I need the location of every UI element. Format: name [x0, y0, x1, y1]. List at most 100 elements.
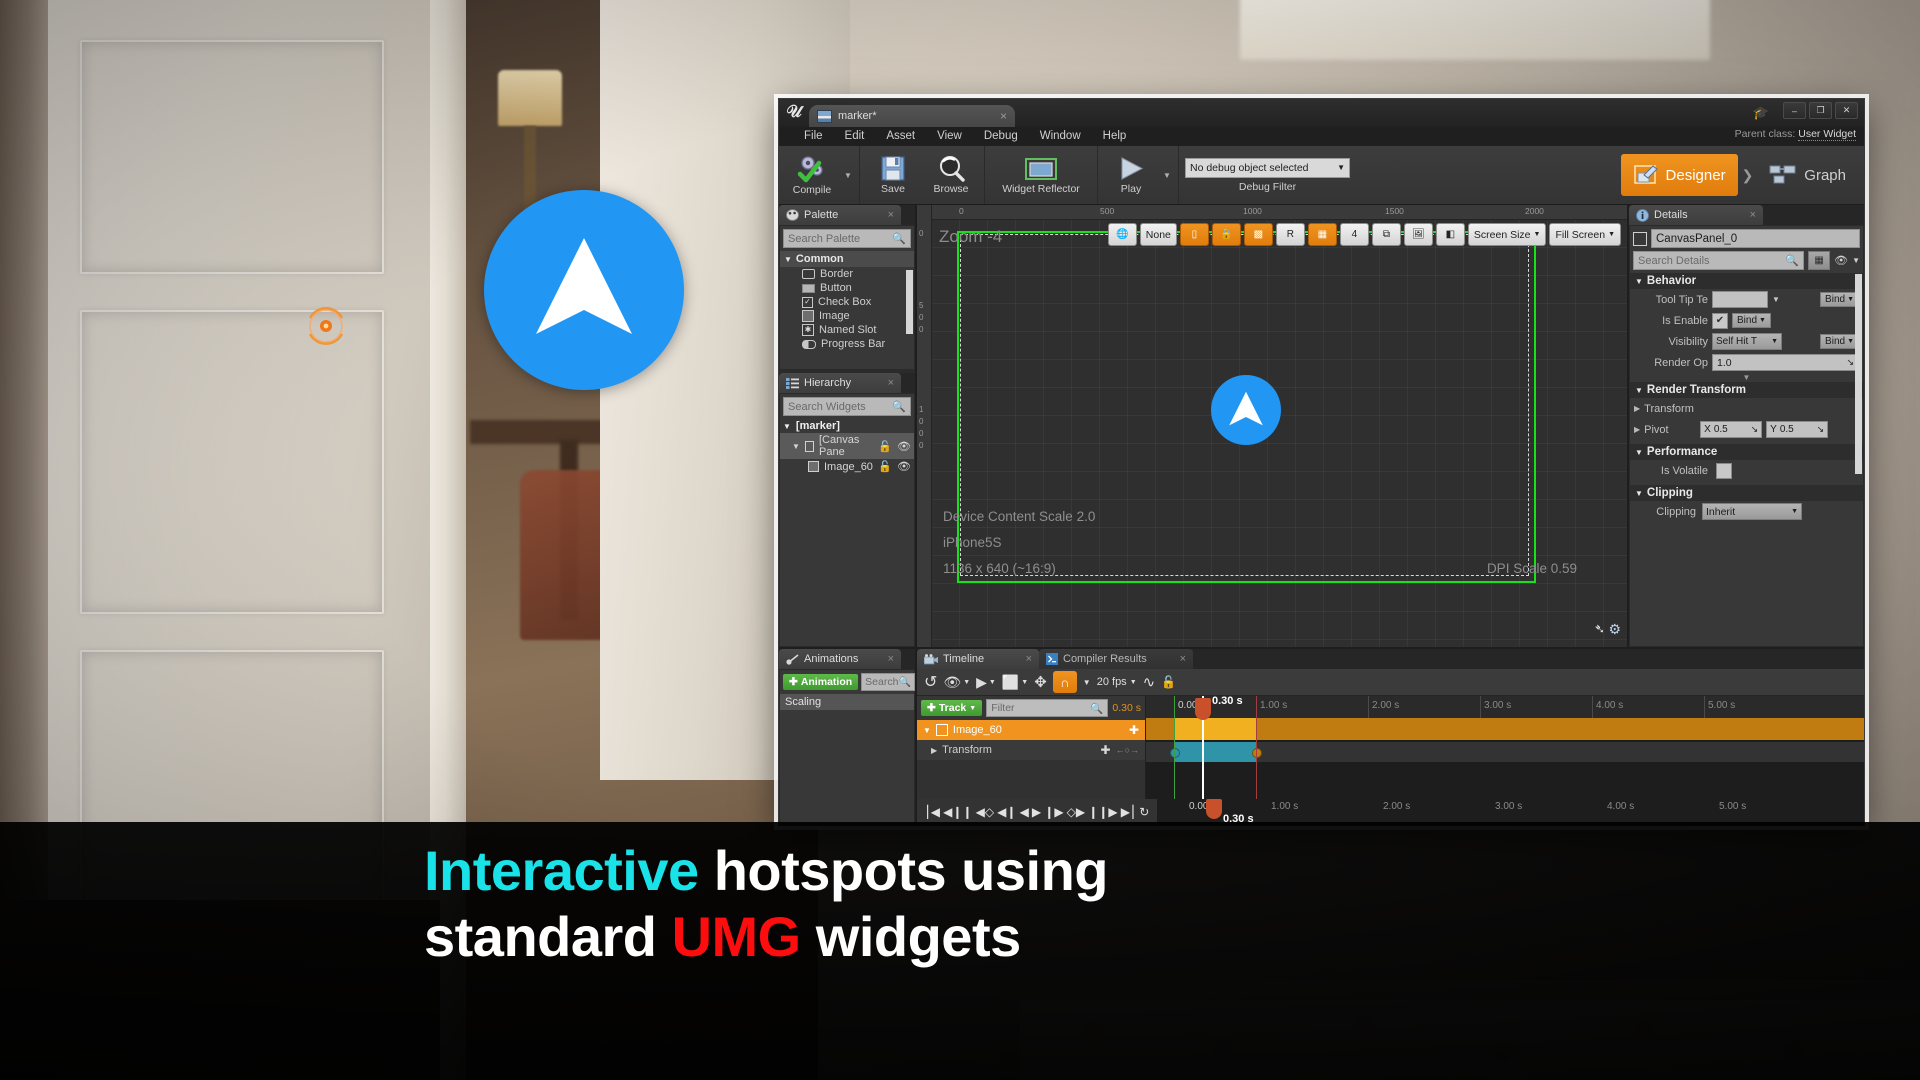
- hierarchy-item-image-60[interactable]: Image_60 🔓 👁: [780, 459, 914, 474]
- lock-icon[interactable]: 🔓: [1161, 675, 1176, 689]
- palette-item-button[interactable]: Button: [780, 281, 914, 295]
- step-forward-button[interactable]: ❙▶: [1044, 805, 1063, 819]
- collapse-arrow-icon[interactable]: ▶: [1634, 425, 1640, 434]
- palette-item-border[interactable]: Border: [780, 267, 914, 281]
- outline-toggle-button[interactable]: ▩: [1243, 223, 1273, 246]
- details-more-chevron[interactable]: ▼: [1630, 373, 1863, 382]
- palette-item-named-slot[interactable]: ✱ Named Slot: [780, 323, 914, 337]
- details-grid-view-button[interactable]: ▦: [1808, 251, 1831, 270]
- menu-window[interactable]: Window: [1029, 127, 1092, 146]
- lock-aspect-button[interactable]: 🔒: [1211, 223, 1241, 246]
- tab-details[interactable]: Details ×: [1629, 205, 1763, 225]
- chevron-down-icon[interactable]: ▼: [841, 148, 855, 202]
- jump-to-end-button[interactable]: ▶⎮: [1121, 805, 1136, 819]
- palette-search-input[interactable]: Search Palette 🔍: [783, 229, 911, 248]
- palette-category-common[interactable]: ▼ Common: [780, 251, 914, 267]
- clipping-dropdown[interactable]: Inherit ▼: [1702, 503, 1802, 520]
- is-volatile-checkbox[interactable]: [1716, 462, 1732, 479]
- timeline-filter-input[interactable]: Filter 🔍: [986, 699, 1109, 717]
- palette-item-check-box[interactable]: ✓ Check Box: [780, 295, 914, 309]
- keyframe-start[interactable]: [1170, 748, 1180, 758]
- snap-magnet-button[interactable]: ∩: [1052, 671, 1077, 693]
- close-button[interactable]: ✕: [1835, 102, 1858, 119]
- hotspot-marker-small[interactable]: [300, 300, 352, 352]
- tab-palette[interactable]: Palette ×: [779, 205, 901, 225]
- designer-canvas[interactable]: 0 500 1000 1500 2000 0 5 0 0 1 0 0 0 Zoo…: [917, 205, 1627, 647]
- loop-button[interactable]: ↻: [1139, 805, 1149, 819]
- close-icon[interactable]: ×: [880, 209, 894, 221]
- reset-loop-icon[interactable]: ↺: [924, 672, 937, 692]
- timeline-range-start[interactable]: [1174, 696, 1175, 799]
- play-icon[interactable]: ▶ ▼: [976, 674, 996, 691]
- fps-dropdown[interactable]: 20 fps ▼: [1097, 676, 1137, 688]
- timeline-grid[interactable]: 0.00 1.00 s 2.00 s 3.00 s 4.00 s 5.00 s: [1146, 696, 1864, 799]
- timeline-track-image-60[interactable]: ▼ Image_60 ✚: [917, 720, 1145, 740]
- close-icon[interactable]: ×: [1172, 653, 1186, 665]
- close-icon[interactable]: ×: [1742, 209, 1756, 221]
- details-search-input[interactable]: Search Details 🔍: [1633, 251, 1805, 270]
- visibility-bind-button[interactable]: Bind ▼: [1820, 334, 1859, 349]
- prev-key-button[interactable]: ◀◇: [976, 805, 994, 819]
- chevron-down-icon[interactable]: ▼: [1160, 148, 1174, 202]
- save-button[interactable]: Save: [864, 148, 922, 202]
- timeline-transform-band[interactable]: [1146, 742, 1864, 762]
- menu-debug[interactable]: Debug: [973, 127, 1029, 146]
- fill-screen-toggle-button[interactable]: ▯: [1179, 223, 1209, 246]
- timeline-object-band[interactable]: [1146, 718, 1864, 740]
- palette-item-image[interactable]: Image: [780, 309, 914, 323]
- palette-scrollbar[interactable]: [906, 270, 913, 334]
- eye-icon[interactable]: 👁: [897, 460, 911, 473]
- marquee-select-icon[interactable]: ⬜ ▼: [1002, 674, 1028, 691]
- play-reverse-button[interactable]: ◀: [1020, 805, 1029, 819]
- render-opacity-field[interactable]: 1.0 ↘: [1712, 354, 1859, 371]
- is-enabled-bind-button[interactable]: Bind ▼: [1732, 313, 1771, 328]
- gear-icon[interactable]: ⚙: [1608, 621, 1621, 638]
- mirror-toggle-button[interactable]: ◧: [1435, 223, 1465, 246]
- compile-button[interactable]: Compile: [783, 148, 841, 202]
- is-enabled-checkbox[interactable]: ✔: [1712, 312, 1728, 329]
- collapse-arrow-icon[interactable]: ▶: [1634, 404, 1640, 413]
- hierarchy-search-input[interactable]: Search Widgets 🔍: [783, 397, 911, 416]
- menu-edit[interactable]: Edit: [834, 127, 876, 146]
- add-key-icon[interactable]: ✚: [1101, 743, 1111, 757]
- menu-help[interactable]: Help: [1092, 127, 1138, 146]
- pivot-y-field[interactable]: Y 0.5 ↘: [1766, 421, 1829, 438]
- close-icon[interactable]: ×: [880, 377, 894, 389]
- eye-icon[interactable]: 👁: [897, 440, 911, 453]
- parent-class-value[interactable]: User Widget: [1798, 128, 1856, 141]
- menu-file[interactable]: File: [793, 127, 834, 146]
- move-tool-icon[interactable]: ✥: [1034, 673, 1047, 691]
- widget-reflector-button[interactable]: Widget Reflector: [989, 148, 1093, 202]
- tab-animations[interactable]: Animations ×: [779, 649, 901, 669]
- resolution-r-button[interactable]: R: [1275, 223, 1305, 246]
- close-icon[interactable]: ×: [880, 653, 894, 665]
- play-button[interactable]: Play: [1102, 148, 1160, 202]
- details-section-performance[interactable]: ▼ Performance: [1630, 444, 1863, 460]
- animations-search-input[interactable]: Search 🔍: [861, 673, 915, 691]
- canvas-widget-image-60[interactable]: [1211, 375, 1281, 445]
- timeline-playhead-handle[interactable]: [1195, 698, 1211, 720]
- none-dropdown[interactable]: None: [1139, 223, 1177, 246]
- tab-compiler-results[interactable]: Compiler Results ×: [1039, 649, 1193, 669]
- details-scrollbar[interactable]: [1855, 274, 1862, 474]
- details-object-name-field[interactable]: CanvasPanel_0: [1651, 229, 1860, 248]
- tool-tip-text-field[interactable]: [1712, 291, 1768, 308]
- footer-playhead-handle[interactable]: [1206, 799, 1222, 819]
- hotspot-marker-large[interactable]: [484, 190, 684, 390]
- pivot-x-field[interactable]: X 0.5 ↘: [1700, 421, 1763, 438]
- timeline-range-end[interactable]: [1256, 696, 1257, 799]
- image-preview-button[interactable]: 🖼: [1403, 223, 1433, 246]
- localization-preview-button[interactable]: 🌐: [1107, 223, 1137, 246]
- visibility-dropdown[interactable]: Self Hit T ▼: [1712, 333, 1782, 350]
- chevron-down-icon[interactable]: ▼: [1772, 295, 1780, 304]
- asset-tab-marker[interactable]: marker* ×: [809, 105, 1015, 127]
- grid-size-button[interactable]: 4: [1339, 223, 1369, 246]
- step-back-frames-button[interactable]: ◀❙❙: [943, 805, 972, 819]
- add-track-button[interactable]: ✚ Track ▼: [921, 700, 983, 716]
- tab-timeline[interactable]: Timeline ×: [917, 649, 1039, 669]
- timeline-track-transform[interactable]: ▶ Transform ✚ ←○→: [917, 740, 1145, 760]
- next-key-button[interactable]: ◇▶: [1067, 805, 1085, 819]
- minimize-button[interactable]: –: [1783, 102, 1806, 119]
- timeline-ruler[interactable]: 0.00 1.00 s 2.00 s 3.00 s 4.00 s 5.00 s: [1146, 696, 1864, 718]
- hierarchy-item-canvas-panel[interactable]: ▼ [Canvas Pane 🔓 👁: [780, 433, 914, 459]
